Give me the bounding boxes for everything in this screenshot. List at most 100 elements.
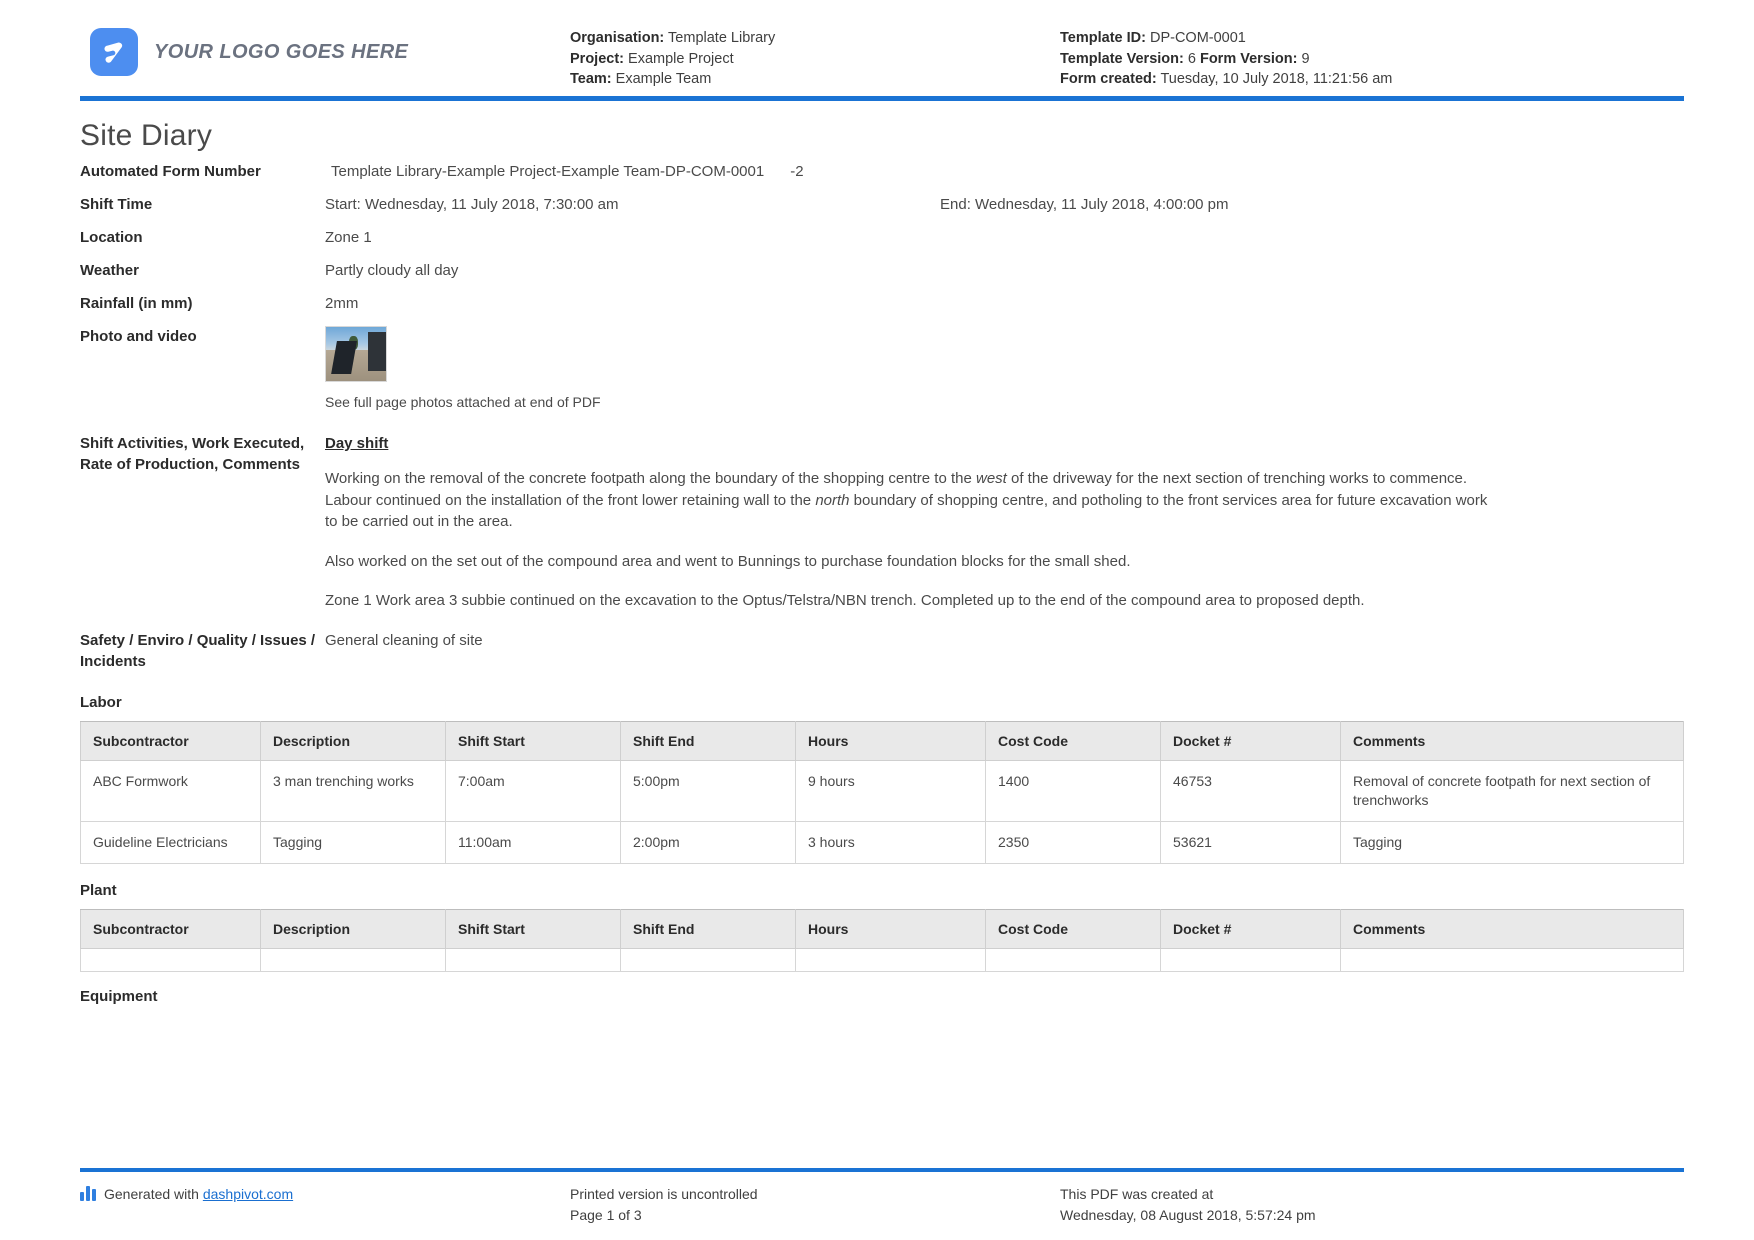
form-created-label: Form created:: [1060, 71, 1157, 87]
header-team-line: Team: Example Team: [570, 69, 1060, 90]
cell-docket: 53621: [1160, 820, 1341, 864]
field-location: Location Zone 1: [80, 227, 1684, 248]
automated-form-number-label: Automated Form Number: [80, 163, 261, 180]
footer-created-info: This PDF was created at Wednesday, 08 Au…: [1060, 1184, 1684, 1226]
footer-print-info: Printed version is uncontrolled Page 1 o…: [570, 1184, 1060, 1226]
dashpivot-bars-icon: [80, 1186, 96, 1201]
photo-and-video-label: Photo and video: [80, 328, 197, 345]
pdf-created-timestamp: Wednesday, 08 August 2018, 5:57:24 pm: [1060, 1207, 1316, 1223]
table-row: ABC Formwork 3 man trenching works 7:00a…: [80, 759, 1684, 822]
cell-hours: [795, 947, 986, 972]
shift-end-value: End: Wednesday, 11 July 2018, 4:00:00 pm: [940, 196, 1229, 213]
footer-generated-with: Generated with dashpivot.com: [80, 1184, 570, 1226]
cell-docket: [1160, 947, 1341, 972]
shift-start-value: Start: Wednesday, 11 July 2018, 7:30:00 …: [325, 196, 619, 213]
automated-form-number-suffix: -2: [790, 163, 804, 180]
activities-paragraph-3: Zone 1 Work area 3 subbie continued on t…: [325, 592, 1365, 609]
col-header-shift-start: Shift Start: [445, 908, 621, 949]
weather-value: Partly cloudy all day: [325, 262, 459, 279]
col-header-subcontractor: Subcontractor: [80, 720, 261, 761]
col-header-subcontractor: Subcontractor: [80, 908, 261, 949]
col-header-cost-code: Cost Code: [985, 908, 1161, 949]
page-number: Page 1 of 3: [570, 1207, 642, 1223]
cell-docket: 46753: [1160, 759, 1341, 822]
cell-cost-code: [985, 947, 1161, 972]
labor-table: Subcontractor Description Shift Start Sh…: [80, 720, 1684, 864]
form-version-label: Form Version:: [1199, 50, 1298, 67]
template-id-value: DP-COM-0001: [1149, 30, 1246, 46]
header-org-column: Organisation: Template Library Project: …: [570, 22, 1060, 90]
col-header-docket: Docket #: [1160, 908, 1341, 949]
col-header-shift-end: Shift End: [620, 720, 796, 761]
activities-p1-part-a: Working on the removal of the concrete f…: [325, 470, 976, 487]
shift-time-label: Shift Time: [80, 196, 153, 213]
cell-subcontractor: [80, 947, 261, 972]
form-created-value: Tuesday, 10 July 2018, 11:21:56 am: [1160, 71, 1393, 87]
document-header: YOUR LOGO GOES HERE Organisation: Templa…: [0, 0, 1754, 90]
company-logo-icon: [90, 28, 138, 76]
table-row: Guideline Electricians Tagging 11:00am 2…: [80, 820, 1684, 864]
team-label: Team:: [570, 71, 612, 87]
document-footer: Generated with dashpivot.com Printed ver…: [0, 1168, 1754, 1240]
cell-shift-start: 11:00am: [445, 820, 621, 864]
weather-label: Weather: [80, 262, 139, 279]
field-weather: Weather Partly cloudy all day: [80, 260, 1684, 281]
header-version-line: Template Version: 6 Form Version: 9: [1060, 49, 1684, 70]
cell-comments: [1340, 947, 1684, 972]
activities-paragraph-1: Working on the removal of the concrete f…: [325, 468, 1490, 533]
rainfall-value: 2mm: [325, 295, 359, 312]
plant-table-header-row: Subcontractor Description Shift Start Sh…: [80, 908, 1684, 949]
header-divider: [80, 96, 1684, 101]
col-header-cost-code: Cost Code: [985, 720, 1161, 761]
cell-shift-start: 7:00am: [445, 759, 621, 822]
cell-comments: Removal of concrete footpath for next se…: [1340, 759, 1684, 822]
header-organisation-line: Organisation: Template Library: [570, 28, 1060, 49]
col-header-hours: Hours: [795, 720, 986, 761]
cell-hours: 9 hours: [795, 759, 986, 822]
field-automated-form-number: Automated Form Number Template Library-E…: [80, 161, 1684, 182]
project-label: Project:: [570, 50, 624, 67]
activities-p1-italic-west: west: [975, 470, 1007, 487]
photo-caption: See full page photos attached at end of …: [325, 394, 601, 410]
table-row: [80, 947, 1684, 972]
dashpivot-link[interactable]: dashpivot.com: [203, 1186, 293, 1202]
col-header-description: Description: [260, 720, 446, 761]
labor-table-header-row: Subcontractor Description Shift Start Sh…: [80, 720, 1684, 761]
cell-comments: Tagging: [1340, 820, 1684, 864]
col-header-comments: Comments: [1340, 720, 1684, 761]
template-version-label: Template Version:: [1060, 50, 1184, 67]
col-header-docket: Docket #: [1160, 720, 1341, 761]
cell-shift-end: [620, 947, 796, 972]
organisation-label: Organisation:: [570, 30, 665, 46]
location-label: Location: [80, 229, 143, 246]
site-photo-thumbnail[interactable]: [325, 326, 387, 382]
activities-p1-italic-north: north: [815, 491, 850, 509]
header-project-line: Project: Example Project: [570, 49, 1060, 70]
cell-subcontractor: Guideline Electricians: [80, 820, 261, 864]
col-header-comments: Comments: [1340, 908, 1684, 949]
logo-block: YOUR LOGO GOES HERE: [90, 22, 570, 76]
team-value: Example Team: [615, 71, 712, 87]
labor-section-title: Labor: [80, 693, 122, 711]
project-value: Example Project: [628, 50, 734, 67]
form-version-value: 9: [1301, 50, 1310, 67]
cell-hours: 3 hours: [795, 820, 986, 864]
cell-shift-end: 2:00pm: [620, 820, 796, 864]
footer-divider: [80, 1168, 1684, 1172]
plant-section-title: Plant: [80, 881, 117, 899]
field-safety-enviro-quality: Safety / Enviro / Quality / Issues / Inc…: [80, 630, 1684, 672]
template-id-label: Template ID:: [1060, 30, 1146, 46]
page-title: Site Diary: [80, 119, 213, 152]
equipment-section-title: Equipment: [80, 987, 158, 1005]
cell-cost-code: 2350: [985, 820, 1161, 864]
location-value: Zone 1: [325, 229, 372, 246]
pdf-created-label: This PDF was created at: [1060, 1186, 1214, 1202]
cell-shift-end: 5:00pm: [620, 759, 796, 822]
cell-shift-start: [445, 947, 621, 972]
field-rainfall: Rainfall (in mm) 2mm: [80, 293, 1684, 314]
generated-with-label: Generated with: [104, 1186, 203, 1202]
cell-description: Tagging: [260, 820, 446, 864]
col-header-shift-end: Shift End: [620, 908, 796, 949]
safety-label: Safety / Enviro / Quality / Issues / Inc…: [80, 631, 316, 670]
plant-table: Subcontractor Description Shift Start Sh…: [80, 908, 1684, 972]
